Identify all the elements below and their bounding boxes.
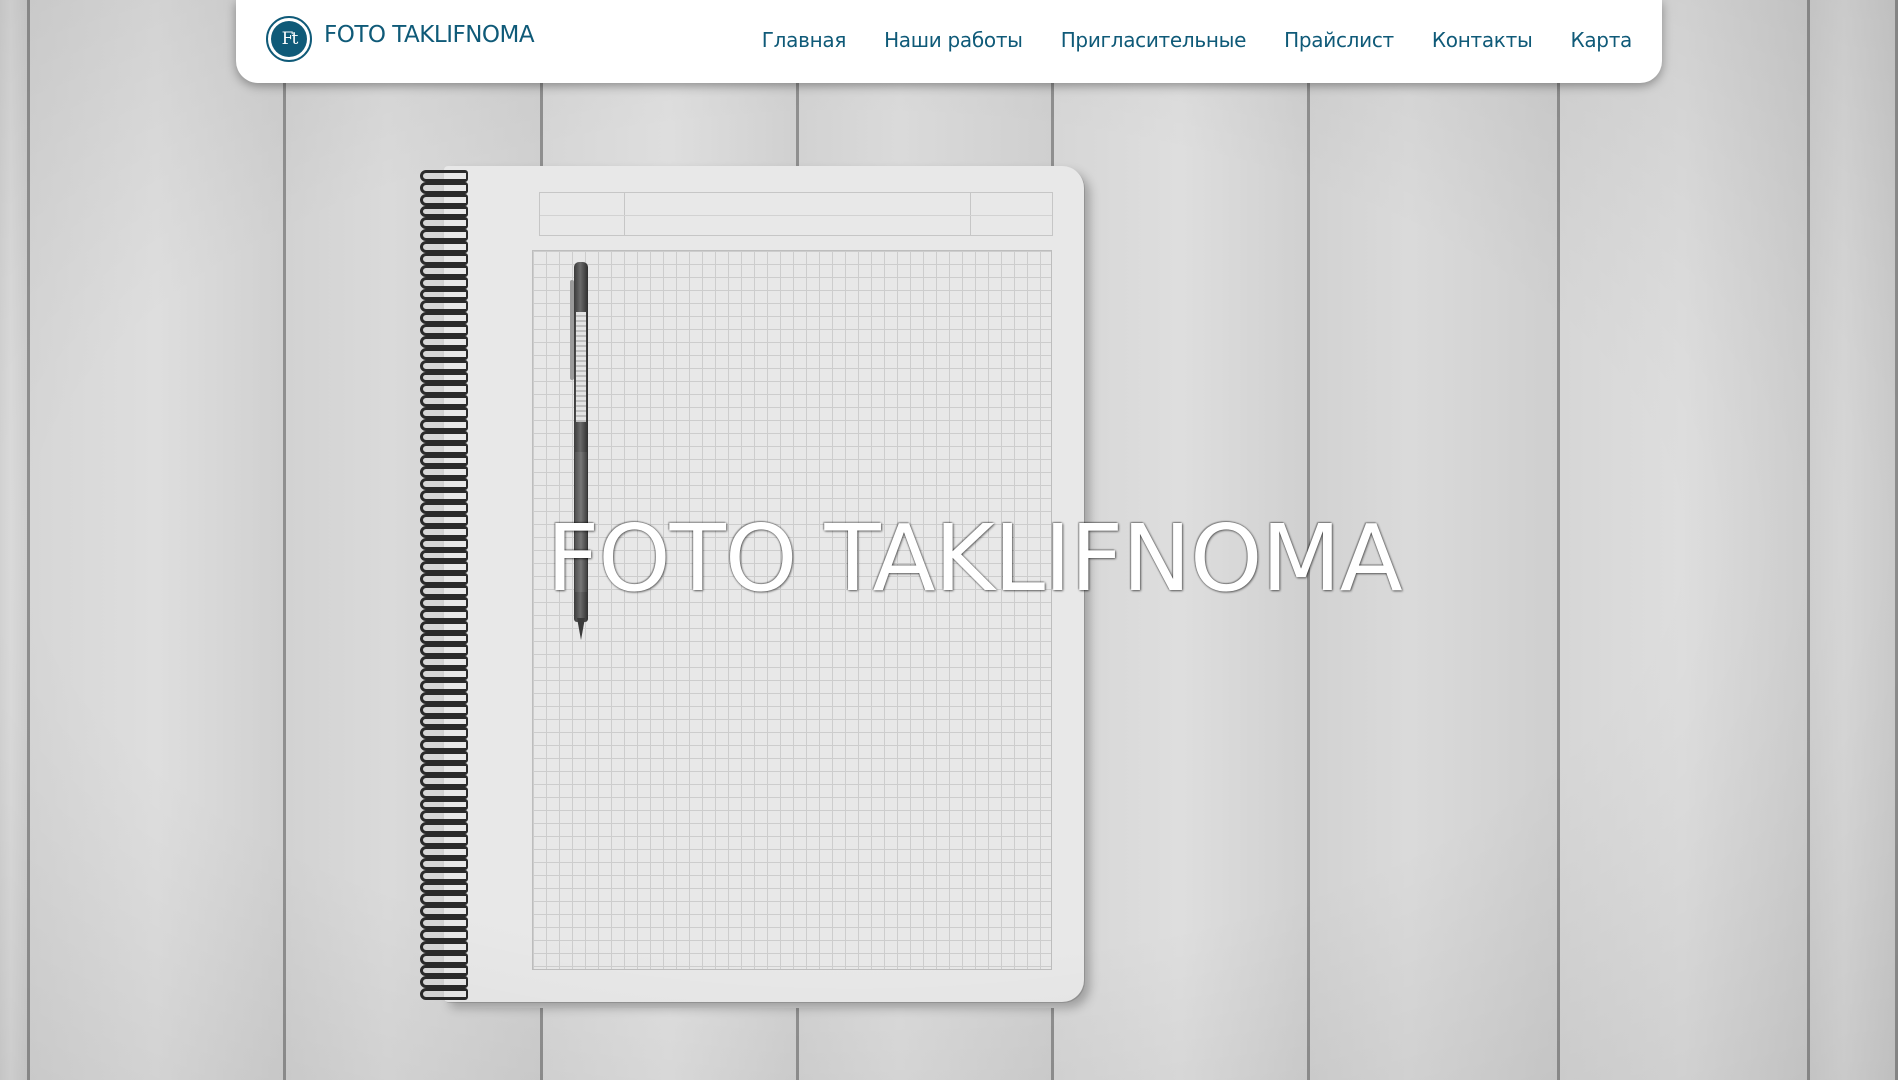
nav-item-contacts: Контакты xyxy=(1432,28,1533,52)
logo-link[interactable]: Ft FOTO TAKLIFNOMA xyxy=(266,16,535,62)
nav-link-home[interactable]: Главная xyxy=(762,28,847,52)
logo-mark-text: Ft xyxy=(271,21,307,57)
nav-link-invitations[interactable]: Пригласительные xyxy=(1061,28,1247,52)
top-navbar: Ft FOTO TAKLIFNOMA Главная Наши работы П… xyxy=(236,0,1662,83)
nav-item-home: Главная xyxy=(762,28,847,52)
nav-item-pricelist: Прайслист xyxy=(1284,28,1394,52)
notebook-header-box xyxy=(539,192,1053,236)
page: FOTO TAKLIFNOMA Ft FOTO TAKLIFNOMA Главн… xyxy=(0,0,1898,1080)
nav-link-pricelist[interactable]: Прайслист xyxy=(1284,28,1394,52)
main-nav: Главная Наши работы Пригласительные Прай… xyxy=(762,28,1633,52)
nav-item-works: Наши работы xyxy=(884,28,1023,52)
nav-link-map[interactable]: Карта xyxy=(1570,28,1632,52)
logo-text: FOTO TAKLIFNOMA xyxy=(324,22,535,48)
nav-link-contacts[interactable]: Контакты xyxy=(1432,28,1533,52)
nav-item-map: Карта xyxy=(1570,28,1632,52)
hero-title: FOTO TAKLIFNOMA xyxy=(546,505,1402,612)
nav-item-invitations: Пригласительные xyxy=(1061,28,1247,52)
logo-icon: Ft xyxy=(266,16,312,62)
nav-link-works[interactable]: Наши работы xyxy=(884,28,1023,52)
